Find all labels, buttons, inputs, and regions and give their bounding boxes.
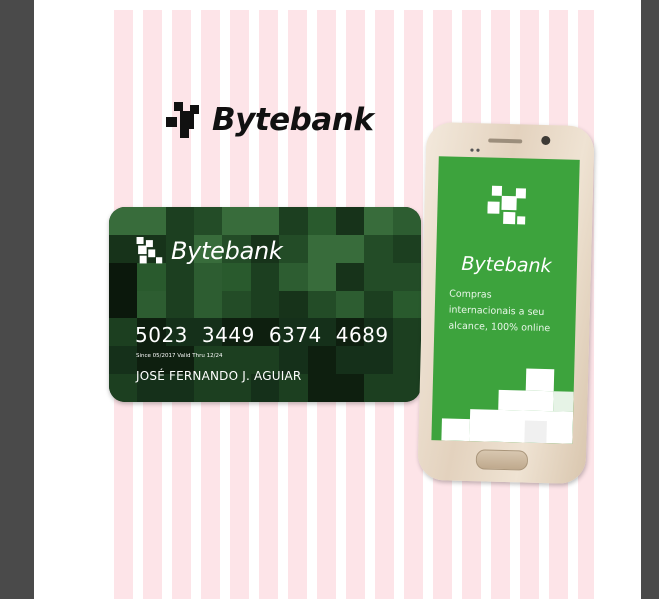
- card-number-group: 5023: [135, 323, 188, 347]
- phone-speaker: [488, 138, 523, 144]
- card-brand-logo: Bytebank: [135, 237, 283, 265]
- card-pixel-tile: [194, 207, 225, 236]
- white-pixel-block: [553, 391, 574, 412]
- app-tagline: Compras internacionais a seu alcance, 10…: [448, 288, 551, 335]
- card-pixel-tile: [194, 290, 225, 320]
- card-pixel-tile: [392, 262, 421, 292]
- card-pixel-tile: [137, 290, 168, 320]
- card-pixel-tile: [392, 374, 421, 402]
- card-pixel-tile: [335, 262, 366, 292]
- card-pixel-tile: [364, 262, 395, 292]
- card-pixel-tile: [222, 262, 253, 292]
- card-pixel-tile: [279, 207, 310, 236]
- card-pixel-tile: [392, 234, 421, 264]
- card-pixel-tile: [279, 290, 310, 320]
- brand-name: Bytebank: [212, 102, 374, 138]
- phone-sensors: [470, 137, 480, 152]
- credit-card: Bytebank 5023 3449 6374 4689 Since 05/2017 …: [109, 207, 421, 402]
- card-pixel-tile: [392, 346, 421, 376]
- card-pixel-tile: [109, 346, 139, 376]
- card-pixel-tile: [307, 374, 338, 402]
- app-brand-name: Bytebank: [461, 252, 552, 278]
- white-pixel-block: [525, 368, 555, 392]
- card-pixel-tile: [109, 207, 139, 236]
- card-pixel-tile: [335, 290, 366, 320]
- card-pixel-tile: [250, 207, 281, 236]
- card-pixel-tile: [137, 207, 168, 236]
- card-pixel-tile: [307, 262, 338, 292]
- card-pixel-tile: [109, 290, 139, 320]
- bytebank-pixel-logo-icon: [136, 237, 163, 264]
- card-pixel-tile: [279, 262, 310, 292]
- white-pixel-block: [524, 420, 547, 444]
- card-pixel-tile: [194, 262, 225, 292]
- card-pixel-tile: [165, 207, 196, 236]
- card-pixel-tile: [307, 290, 338, 320]
- card-pixel-tile: [250, 262, 281, 292]
- phone-screen: Bytebank Compras internacionais a seu al…: [431, 156, 580, 444]
- card-pixel-tile: [335, 346, 366, 376]
- bytebank-pixel-logo-icon: [487, 185, 527, 225]
- card-pixel-tile: [364, 234, 395, 264]
- card-pixel-tile: [335, 374, 366, 402]
- card-validity-dates: Since 05/2017 Valid Thru 12/24: [136, 353, 223, 359]
- white-pixel-block: [498, 389, 554, 412]
- card-pixel-tile: [335, 207, 366, 236]
- phone-home-button: [475, 449, 529, 471]
- card-pixel-tile: [335, 234, 366, 264]
- card-pixel-tile: [250, 290, 281, 320]
- card-number: 5023 3449 6374 4689: [135, 323, 403, 347]
- card-pixel-tile: [364, 290, 395, 320]
- card-pixel-tile: [307, 234, 338, 264]
- phone-camera: [541, 135, 551, 146]
- artboard: Bytebank Bytebank 5023 3449 6374 4689 Since…: [34, 10, 641, 599]
- card-pixel-tile: [165, 290, 196, 320]
- right-frame-border: [641, 0, 659, 599]
- white-pixel-block: [441, 418, 470, 442]
- card-brand-name: Bytebank: [171, 237, 283, 265]
- card-number-group: 3449: [201, 323, 255, 347]
- bytebank-pixel-logo-icon: [166, 102, 199, 138]
- card-pixel-tile: [109, 374, 139, 402]
- left-frame-border: [0, 0, 34, 599]
- card-pixel-tile: [222, 290, 253, 320]
- card-pixel-tile: [222, 207, 253, 236]
- card-holder-name: JOSÉ FERNANDO J. AGUIAR: [136, 369, 302, 383]
- card-pixel-tile: [364, 207, 395, 236]
- card-pixel-tile: [307, 207, 338, 236]
- card-number-group: 4689: [335, 323, 389, 347]
- white-pixel-block: [469, 409, 574, 444]
- card-pixel-tile: [364, 374, 395, 402]
- card-pixel-tile: [392, 207, 421, 236]
- smartphone-mockup: Bytebank Compras internacionais a seu al…: [417, 121, 595, 485]
- card-pixel-tile: [307, 346, 338, 376]
- card-pixel-tile: [364, 346, 395, 376]
- card-pixel-tile: [137, 262, 168, 292]
- card-pixel-tile: [109, 262, 139, 292]
- card-pixel-tile: [165, 262, 196, 292]
- card-pixel-tile: [279, 234, 310, 264]
- top-brand-logo: Bytebank: [166, 95, 374, 145]
- card-number-group: 6374: [268, 323, 322, 347]
- card-pixel-tile: [392, 290, 421, 320]
